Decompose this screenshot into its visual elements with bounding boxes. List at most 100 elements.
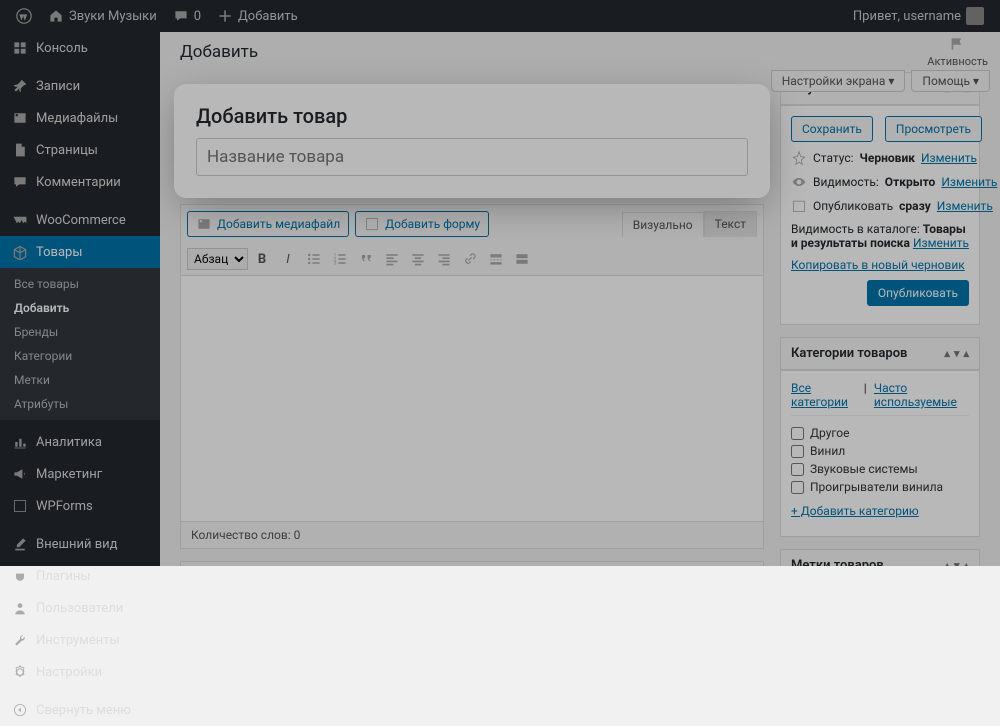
sidebar-item-dash[interactable]: Консоль bbox=[0, 32, 160, 64]
sidebar-sub-item[interactable]: Все товары bbox=[0, 272, 160, 296]
paragraph-select[interactable]: Абзац bbox=[187, 248, 248, 270]
align-center-button[interactable] bbox=[406, 247, 430, 271]
editor-toolbar: Добавить медиафайл Добавить форму Визуал… bbox=[180, 204, 764, 243]
add-category-link[interactable]: + Добавить категорию bbox=[791, 504, 919, 518]
tags-panel-header: Метки товаров▴▾▴ bbox=[780, 549, 980, 566]
dash-icon bbox=[12, 40, 28, 56]
sidebar-item-chart[interactable]: Аналитика bbox=[0, 426, 160, 458]
preview-button[interactable]: Просмотреть bbox=[885, 116, 982, 142]
format-toolbar: Абзац B I 123 bbox=[180, 243, 764, 276]
kitchen-sink-icon bbox=[514, 251, 530, 267]
tab-freq-categories[interactable]: Часто используемые bbox=[874, 381, 969, 409]
quote-button[interactable] bbox=[354, 247, 378, 271]
tab-text[interactable]: Текст bbox=[704, 211, 757, 237]
link-button[interactable] bbox=[458, 247, 482, 271]
calendar-icon bbox=[791, 198, 807, 214]
screen-options-toggle[interactable]: Настройки экрана ▾ bbox=[771, 70, 906, 92]
pin-icon bbox=[791, 150, 807, 166]
brush-icon bbox=[12, 536, 28, 552]
wp-logo[interactable] bbox=[8, 0, 40, 32]
tab-visual[interactable]: Визуально bbox=[622, 212, 704, 238]
page-icon bbox=[12, 142, 28, 158]
sidebar-sub-item[interactable]: Бренды bbox=[0, 320, 160, 344]
site-name: Звуки Музыки bbox=[69, 9, 157, 24]
categories-panel-header: Категории товаров▴▾▴ bbox=[780, 337, 980, 370]
site-home[interactable]: Звуки Музыки bbox=[40, 0, 165, 32]
admin-topbar: Звуки Музыки 0 Добавить Привет, username bbox=[0, 0, 1000, 32]
quote-icon bbox=[358, 251, 374, 267]
sidebar-sub-item[interactable]: Добавить bbox=[0, 296, 160, 320]
svg-text:3: 3 bbox=[334, 261, 337, 267]
sidebar-item-plug[interactable]: Плагины bbox=[0, 560, 160, 592]
bold-button[interactable]: B bbox=[250, 247, 274, 271]
woo-icon bbox=[12, 212, 28, 228]
align-left-icon bbox=[384, 251, 400, 267]
add-product-heading: Добавить товар bbox=[196, 104, 748, 128]
user-greeting[interactable]: Привет, username bbox=[845, 0, 992, 32]
gear-icon bbox=[12, 664, 28, 680]
align-left-button[interactable] bbox=[380, 247, 404, 271]
page-title: Добавить bbox=[180, 42, 258, 62]
add-form-button[interactable]: Добавить форму bbox=[355, 211, 489, 237]
ol-button[interactable]: 123 bbox=[328, 247, 352, 271]
category-checkbox[interactable]: Другое bbox=[791, 424, 969, 442]
content-area: Активность Настройки экрана ▾ Помощь ▾ Д… bbox=[160, 32, 1000, 566]
sidebar-item-collapse[interactable]: Свернуть меню bbox=[0, 694, 160, 726]
user-icon bbox=[12, 600, 28, 616]
sidebar-item-page[interactable]: Страницы bbox=[0, 134, 160, 166]
sidebar-item-gear[interactable]: Настройки bbox=[0, 656, 160, 688]
edit-status-link[interactable]: Изменить bbox=[921, 151, 977, 165]
tab-all-categories[interactable]: Все категории bbox=[791, 381, 855, 409]
sidebar-item-media[interactable]: Медиафайлы bbox=[0, 102, 160, 134]
sidebar-sub-item[interactable]: Метки bbox=[0, 368, 160, 392]
home-icon bbox=[48, 8, 64, 24]
new-content[interactable]: Добавить bbox=[209, 0, 306, 32]
sidebar-item-product[interactable]: Товары bbox=[0, 236, 160, 268]
save-draft-button[interactable]: Сохранить bbox=[791, 116, 873, 142]
activity-button[interactable]: Активность bbox=[927, 36, 988, 68]
comments-count[interactable]: 0 bbox=[165, 0, 209, 32]
help-toggle[interactable]: Помощь ▾ bbox=[911, 70, 990, 92]
italic-button[interactable]: I bbox=[276, 247, 300, 271]
category-checkbox[interactable]: Звуковые системы bbox=[791, 460, 969, 478]
sidebar-item-form[interactable]: WPForms bbox=[0, 490, 160, 522]
product-data-panel: Данные товара — Простой товар Виртуальны… bbox=[180, 561, 764, 566]
sidebar-item-pin[interactable]: Записи bbox=[0, 70, 160, 102]
product-icon bbox=[12, 244, 28, 260]
category-checkbox[interactable]: Винил bbox=[791, 442, 969, 460]
more-button[interactable] bbox=[484, 247, 508, 271]
flag-icon bbox=[950, 36, 966, 52]
edit-catalog-link[interactable]: Изменить bbox=[913, 236, 969, 250]
sidebar-item-tool[interactable]: Инструменты bbox=[0, 624, 160, 656]
sidebar-item-mega[interactable]: Маркетинг bbox=[0, 458, 160, 490]
plus-icon bbox=[217, 8, 233, 24]
admin-sidebar: Консоль ЗаписиМедиафайлыСтраницыКомментар… bbox=[0, 32, 160, 566]
ul-button[interactable] bbox=[302, 247, 326, 271]
add-media-button[interactable]: Добавить медиафайл bbox=[187, 211, 349, 237]
edit-schedule-link[interactable]: Изменить bbox=[937, 199, 993, 213]
sidebar-item-comment[interactable]: Комментарии bbox=[0, 166, 160, 198]
avatar bbox=[966, 7, 984, 25]
eye-icon bbox=[791, 174, 807, 190]
sidebar-item-brush[interactable]: Внешний вид bbox=[0, 528, 160, 560]
category-checkbox[interactable]: Проигрыватели винила bbox=[791, 478, 969, 496]
copy-draft-link[interactable]: Копировать в новый черновик bbox=[791, 258, 965, 272]
publish-button[interactable]: Опубликовать bbox=[867, 280, 969, 306]
sidebar-item-user[interactable]: Пользователи bbox=[0, 592, 160, 624]
pin-icon bbox=[12, 78, 28, 94]
align-right-button[interactable] bbox=[432, 247, 456, 271]
sidebar-item-woo[interactable]: WooCommerce bbox=[0, 204, 160, 236]
mega-icon bbox=[12, 466, 28, 482]
list-ul-icon bbox=[306, 251, 322, 267]
editor-area[interactable] bbox=[180, 276, 764, 522]
tool-icon bbox=[12, 632, 28, 648]
edit-visibility-link[interactable]: Изменить bbox=[941, 175, 997, 189]
product-title-input[interactable] bbox=[196, 138, 748, 176]
link-icon bbox=[462, 251, 478, 267]
plug-icon bbox=[12, 568, 28, 584]
word-count: Количество слов: 0 bbox=[180, 522, 764, 549]
toolbar-toggle-button[interactable] bbox=[510, 247, 534, 271]
sidebar-sub-item[interactable]: Атрибуты bbox=[0, 392, 160, 416]
chart-icon bbox=[12, 434, 28, 450]
sidebar-sub-item[interactable]: Категории bbox=[0, 344, 160, 368]
